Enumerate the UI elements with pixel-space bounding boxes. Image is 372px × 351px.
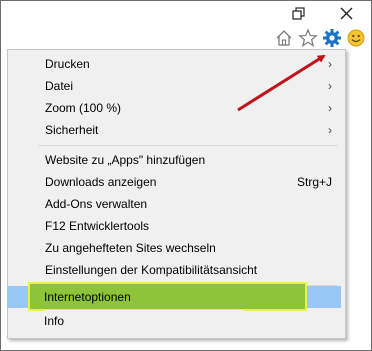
restore-icon[interactable]: [288, 4, 310, 24]
tools-gear-icon[interactable]: [322, 28, 342, 48]
menu-item-kompatibilitaetsansicht[interactable]: Einstellungen der Kompatibilitätsansicht: [8, 259, 345, 281]
menu-item-f12-entwicklertools[interactable]: F12 Entwicklertools: [8, 215, 345, 237]
menu-item-label: Einstellungen der Kompatibilitätsansicht: [45, 263, 258, 277]
menu-item-label: Zu angehefteten Sites wechseln: [45, 241, 216, 255]
chevron-right-icon: ›: [328, 57, 332, 71]
menu-item-internetoptionen-label[interactable]: Internetoptionen: [44, 286, 131, 308]
chevron-right-icon: ›: [328, 101, 332, 115]
chevron-right-icon: ›: [328, 123, 332, 137]
home-icon[interactable]: [274, 28, 294, 48]
menu-item-label: Zoom (100 %): [45, 101, 122, 115]
menu-item-datei[interactable]: Datei ›: [8, 75, 345, 97]
menu-item-downloads-anzeigen[interactable]: Downloads anzeigen Strg+J: [8, 171, 345, 193]
menu-item-angeheftete-sites[interactable]: Zu angehefteten Sites wechseln: [8, 237, 345, 259]
menu-item-label: Website zu „Apps" hinzufügen: [45, 153, 206, 167]
menu-item-website-zu-apps[interactable]: Website zu „Apps" hinzufügen: [8, 149, 345, 171]
menu-item-label: Sicherheit: [45, 123, 99, 137]
menu-item-label: F12 Entwicklertools: [45, 219, 150, 233]
menu-item-label: Datei: [45, 79, 74, 93]
favorites-star-icon[interactable]: [298, 28, 318, 48]
menu-separator: [38, 145, 338, 146]
menu-item-add-ons-verwalten[interactable]: Add-Ons verwalten: [8, 193, 345, 215]
menu-item-zoom[interactable]: Zoom (100 %) ›: [8, 97, 345, 119]
menu-item-label: Downloads anzeigen: [45, 175, 157, 189]
chevron-right-icon: ›: [328, 79, 332, 93]
menu-item-label: Add-Ons verwalten: [45, 197, 148, 211]
smiley-feedback-icon[interactable]: [346, 28, 366, 48]
menu-item-shortcut: Strg+J: [297, 175, 333, 189]
menu-item-label: Drucken: [45, 57, 90, 71]
menu-item-drucken[interactable]: Drucken ›: [8, 53, 345, 75]
close-icon[interactable]: [336, 4, 358, 24]
menu-item-info-label[interactable]: Info: [44, 310, 244, 332]
menu-item-sicherheit[interactable]: Sicherheit ›: [8, 119, 345, 141]
